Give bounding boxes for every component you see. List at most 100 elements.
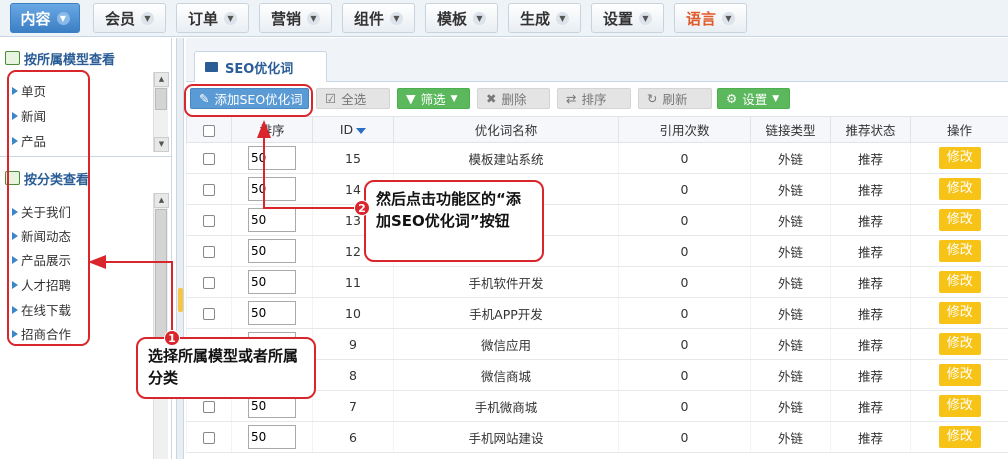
- nav-templates[interactable]: 模板 ▼: [425, 3, 498, 33]
- nav-components[interactable]: 组件 ▼: [342, 3, 415, 33]
- edit-button[interactable]: 修改: [938, 209, 981, 231]
- tab-seo-keywords[interactable]: SEO优化词: [194, 51, 327, 82]
- table-row: 130外链推荐修改: [186, 204, 1008, 236]
- sort-input[interactable]: [248, 301, 296, 325]
- add-button-highlight-box: [184, 84, 313, 117]
- edit-button[interactable]: 修改: [938, 302, 981, 324]
- edit-button[interactable]: 修改: [938, 364, 981, 386]
- recommend-cell: 推荐: [830, 328, 911, 360]
- header-select[interactable]: [186, 116, 232, 143]
- edit-button[interactable]: 修改: [938, 147, 981, 169]
- id-cell: 8: [312, 359, 394, 391]
- sort-input[interactable]: [248, 425, 296, 449]
- table-header-row: 排序 ID 优化词名称 引用次数 链接类型 推荐状态 操作: [186, 116, 1008, 143]
- edit-button[interactable]: 修改: [938, 333, 981, 355]
- nav-generate[interactable]: 生成 ▼: [508, 3, 581, 33]
- nav-marketing[interactable]: 营销 ▼: [259, 3, 332, 33]
- recommend-cell: 推荐: [830, 390, 911, 422]
- scroll-thumb[interactable]: [155, 88, 167, 110]
- name-cell: 模板建站系统: [393, 142, 619, 174]
- sort-cell: [231, 266, 313, 298]
- nav-language[interactable]: 语言 ▼: [674, 3, 747, 33]
- funnel-icon: ▼: [406, 91, 416, 106]
- button-label: 删除: [501, 92, 527, 107]
- link-type-cell: 外链: [750, 142, 831, 174]
- chevron-down-icon: ▼: [556, 11, 569, 25]
- header-sort[interactable]: 排序: [231, 116, 313, 143]
- sort-input[interactable]: [248, 270, 296, 294]
- sort-input[interactable]: [248, 208, 296, 232]
- sort-input[interactable]: [248, 177, 296, 201]
- add-folder-icon: [5, 51, 20, 65]
- header-id[interactable]: ID: [312, 116, 394, 143]
- refresh-icon: ↻: [647, 91, 658, 106]
- refs-cell: 0: [618, 235, 751, 267]
- row-checkbox[interactable]: [203, 184, 215, 196]
- id-cell: 7: [312, 390, 394, 422]
- row-checkbox[interactable]: [203, 277, 215, 289]
- tab-bar: SEO优化词: [186, 38, 1008, 82]
- sort-input[interactable]: [248, 146, 296, 170]
- nav-label: 内容: [20, 9, 51, 28]
- nav-settings[interactable]: 设置 ▼: [591, 3, 664, 33]
- header-actions: 操作: [910, 116, 1008, 143]
- edit-button[interactable]: 修改: [938, 271, 981, 293]
- select-all-button[interactable]: ☑ 全选: [316, 88, 390, 109]
- edit-button[interactable]: 修改: [938, 240, 981, 262]
- scroll-up-icon[interactable]: ▲: [154, 72, 169, 87]
- button-label: 刷新: [662, 92, 688, 107]
- table-row: 11手机软件开发0外链推荐 修改: [186, 266, 1008, 298]
- name-cell: 微信应用: [393, 328, 619, 360]
- nav-label: 组件: [353, 9, 384, 28]
- edit-button[interactable]: 修改: [938, 178, 981, 200]
- collapse-handle-icon[interactable]: [178, 288, 183, 312]
- name-cell: 手机软件开发: [393, 266, 619, 298]
- step2-callout: 然后点击功能区的“添加SEO优化词”按钮: [364, 180, 544, 262]
- table-row: 140外链推荐修改: [186, 173, 1008, 205]
- link-type-cell: 外链: [750, 235, 831, 267]
- sort-cell: [231, 142, 313, 174]
- row-select-cell: [186, 297, 232, 329]
- edit-button[interactable]: 修改: [938, 426, 981, 448]
- scroll-up-icon[interactable]: ▲: [154, 193, 169, 208]
- recommend-cell: 推荐: [830, 142, 911, 174]
- edit-button[interactable]: 修改: [938, 395, 981, 417]
- chevron-down-icon: ▼: [390, 11, 403, 25]
- refresh-button[interactable]: ↻ 刷新: [638, 88, 712, 109]
- id-cell: 10: [312, 297, 394, 329]
- checkbox-icon: ☑: [325, 91, 337, 106]
- delete-button[interactable]: ✖ 删除: [477, 88, 550, 109]
- sort-cell: [231, 297, 313, 329]
- recommend-cell: 推荐: [830, 266, 911, 298]
- recommend-cell: 推荐: [830, 204, 911, 236]
- sort-desc-icon: [356, 127, 367, 134]
- row-select-cell: [186, 173, 232, 205]
- table-row: 6手机网站建设0外链推荐 修改: [186, 421, 1008, 453]
- sort-cell: [231, 173, 313, 205]
- seo-keyword-table: 排序 ID 优化词名称 引用次数 链接类型 推荐状态 操作 15模板建站系统0外…: [186, 116, 1008, 453]
- row-checkbox[interactable]: [203, 401, 215, 413]
- id-cell: 9: [312, 328, 394, 360]
- row-select-cell: [186, 204, 232, 236]
- sort-button[interactable]: ⇄ 排序: [557, 88, 631, 109]
- settings-button[interactable]: ⚙ 设置 ▼: [717, 88, 790, 109]
- nav-orders[interactable]: 订单 ▼: [176, 3, 249, 33]
- nav-label: 模板: [436, 9, 467, 28]
- row-checkbox[interactable]: [203, 246, 215, 258]
- recommend-cell: 推荐: [830, 173, 911, 205]
- actions-cell: 修改: [910, 204, 1008, 236]
- nav-label: 营销: [270, 9, 301, 28]
- sort-input[interactable]: [248, 239, 296, 263]
- category-scrollbar[interactable]: ▲: [153, 193, 169, 459]
- row-checkbox[interactable]: [203, 308, 215, 320]
- filter-button[interactable]: ▼ 筛选 ▼: [397, 88, 470, 109]
- model-scrollbar[interactable]: ▲ ▼: [153, 72, 169, 152]
- row-checkbox[interactable]: [203, 153, 215, 165]
- nav-content[interactable]: 内容 ▼: [10, 3, 80, 33]
- actions-cell: 修改: [910, 142, 1008, 174]
- row-checkbox[interactable]: [203, 432, 215, 444]
- nav-members[interactable]: 会员 ▼: [93, 3, 166, 33]
- row-checkbox[interactable]: [203, 215, 215, 227]
- scroll-down-icon[interactable]: ▼: [154, 137, 169, 152]
- select-all-checkbox[interactable]: [203, 124, 215, 137]
